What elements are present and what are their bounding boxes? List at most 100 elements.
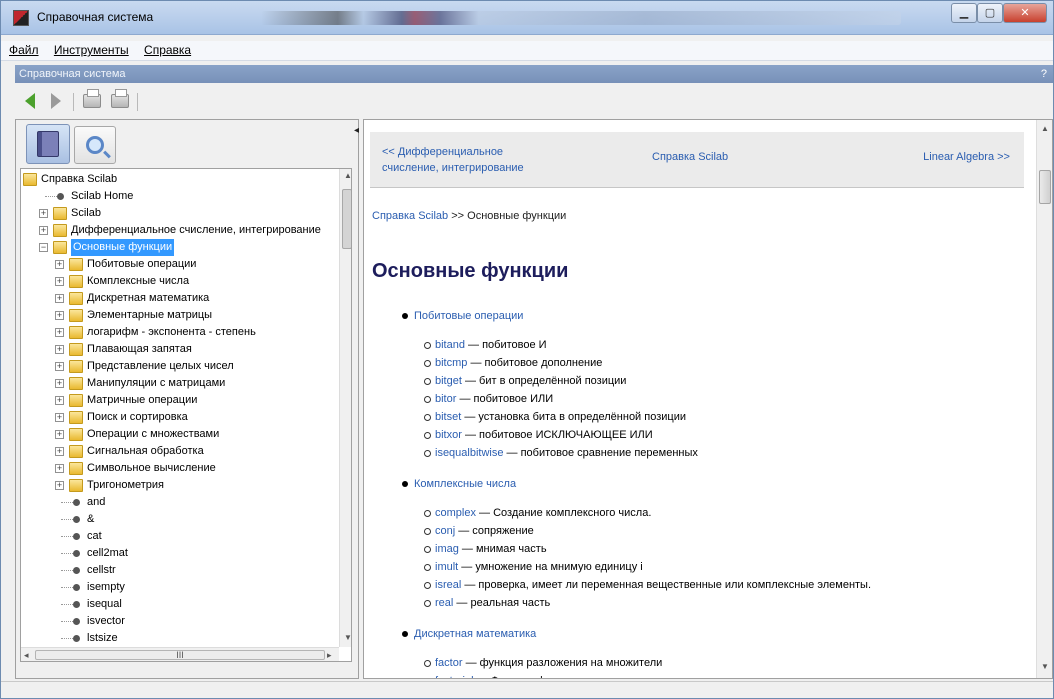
menu-file[interactable]: Файл [5,41,43,59]
page-bullet-icon [57,193,64,200]
expand-icon[interactable]: + [55,311,64,320]
expand-icon[interactable]: + [39,209,48,218]
page-bullet-icon [73,516,80,523]
tree-scroll-thumb[interactable] [342,189,351,249]
function-link[interactable]: bitcmp [435,357,467,369]
bullet-icon [402,631,408,638]
expand-icon[interactable]: + [55,430,64,439]
expand-icon[interactable]: + [55,379,64,388]
circle-bullet-icon [424,395,431,403]
tree-hscroll-thumb[interactable]: III [35,650,325,660]
search-icon [86,136,104,154]
circle-bullet-icon [424,359,431,367]
scroll-up-icon[interactable]: ▲ [1041,124,1049,133]
section-link[interactable]: Дискретная математика [414,628,536,640]
tree-item-label: Представление целых чисел [87,360,234,372]
function-list-item: complex — Создание комплексного числа. [424,504,871,522]
scroll-down-icon[interactable]: ▼ [344,633,351,642]
function-link[interactable]: factor [435,657,463,669]
next-page-link[interactable]: Linear Algebra >> [923,151,1010,163]
function-link[interactable]: bitset [435,411,461,423]
title-bar[interactable]: Справочная система ▁ ▢ ✕ [1,1,1053,35]
expand-icon[interactable]: + [55,447,64,456]
help-question-icon[interactable]: ? [1041,65,1047,83]
tree-horizontal-scrollbar[interactable]: ◂ III ▸ [21,647,339,661]
scroll-left-icon[interactable]: ◂ [24,650,29,661]
folder-icon [69,428,83,441]
bullet-icon [402,313,408,320]
help-window: Справочная система ▁ ▢ ✕ Файл Инструмент… [0,0,1054,699]
menu-tools[interactable]: Инструменты [50,41,133,59]
previous-page-link[interactable]: << Дифференциальное счисление, интегриро… [382,144,582,176]
expand-icon[interactable]: + [55,277,64,286]
forward-button[interactable] [45,91,67,111]
breadcrumb-link[interactable]: Справка Scilab [372,210,448,222]
page-setup-button[interactable] [109,89,131,111]
function-description: — побитовое ИЛИ [456,393,554,405]
circle-bullet-icon [424,599,431,607]
function-link[interactable]: bitor [435,393,456,405]
function-list: factor — функция разложения на множители… [424,654,662,678]
expand-icon[interactable]: + [55,294,64,303]
menu-help[interactable]: Справка [140,41,195,59]
section-link[interactable]: Комплексные числа [414,478,516,490]
expand-icon[interactable]: + [55,328,64,337]
back-button[interactable] [19,91,41,111]
content-vertical-scrollbar[interactable]: ▲ ▼ [1036,120,1052,678]
expand-icon[interactable]: + [55,345,64,354]
function-description: — сопряжение [455,525,534,537]
function-link[interactable]: real [435,597,453,609]
content-scroll-thumb[interactable] [1039,170,1051,204]
function-description: — побитовое сравнение переменных [503,447,698,459]
function-list-item: bitand — побитовое И [424,336,698,354]
scroll-up-icon[interactable]: ▲ [344,171,351,180]
expand-icon[interactable]: + [55,362,64,371]
top-page-link[interactable]: Справка Scilab [652,151,728,163]
expand-icon[interactable]: + [55,260,64,269]
scilab-app-icon [13,10,29,26]
tree-item-label: Символьное вычисление [87,462,216,474]
function-list-item: imag — мнимая часть [424,540,871,558]
tab-search[interactable] [74,126,116,164]
tree-item-label: Справка Scilab [41,173,118,185]
function-link[interactable]: imag [435,543,459,555]
tree-item-label: isvector [87,615,125,627]
expand-icon[interactable]: + [39,226,48,235]
scroll-right-icon[interactable]: ▸ [327,650,332,661]
close-button[interactable]: ✕ [1003,3,1047,23]
print-button[interactable] [81,89,103,111]
section-link[interactable]: Побитовые операции [414,310,523,322]
function-link[interactable]: bitxor [435,429,462,441]
expand-icon[interactable]: + [55,464,64,473]
function-list: complex — Создание комплексного числа. co… [424,504,871,612]
function-link[interactable]: complex [435,507,476,519]
function-link[interactable]: isequalbitwise [435,447,503,459]
folder-icon [53,241,67,254]
scroll-down-icon[interactable]: ▼ [1041,662,1049,671]
expand-icon[interactable]: + [55,481,64,490]
breadcrumb-current: >> Основные функции [448,210,567,222]
tree-item-label: cellstr [87,564,116,576]
function-description: — побитовое ИСКЛЮЧАЮЩЕЕ ИЛИ [461,429,653,441]
function-link[interactable]: imult [435,561,458,573]
function-link[interactable]: bitand [435,339,465,351]
tree-vertical-scrollbar[interactable]: ▲ ▼ [339,169,351,647]
function-link[interactable]: isreal [435,579,461,591]
function-link[interactable]: conj [435,525,455,537]
collapse-icon[interactable]: − [39,243,48,252]
tree-item-label: логарифм - экспонента - степень [87,326,256,338]
function-list-item: bitcmp — побитовое дополнение [424,354,698,372]
function-list-item: imult — умножение на мнимую единицу i [424,558,871,576]
splitter-collapse-icon[interactable]: ◂ [354,125,359,136]
minimize-button[interactable]: ▁ [951,3,977,23]
function-list-item: bitxor — побитовое ИСКЛЮЧАЮЩЕЕ ИЛИ [424,426,698,444]
book-icon [37,131,59,157]
function-link[interactable]: bitget [435,375,462,387]
expand-icon[interactable]: + [55,396,64,405]
expand-icon[interactable]: + [55,413,64,422]
folder-icon [69,479,83,492]
maximize-button[interactable]: ▢ [977,3,1003,23]
tab-contents[interactable] [26,124,70,164]
function-link[interactable]: factorial [435,675,474,678]
circle-bullet-icon [424,377,431,385]
